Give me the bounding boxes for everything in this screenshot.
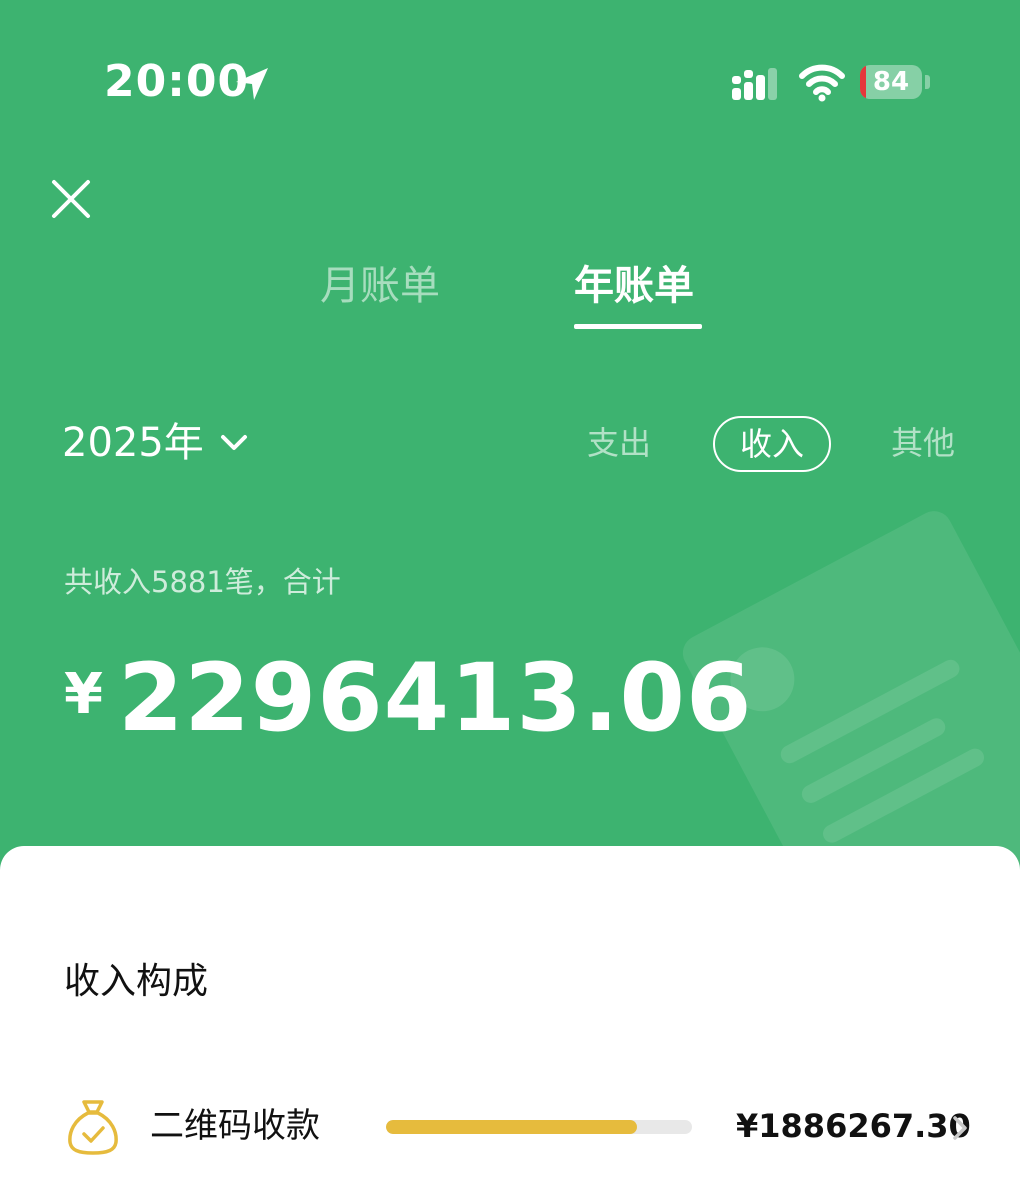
income-composition-card: 收入构成 二维码收款 ¥1886267.30 — [0, 846, 1020, 1200]
wifi-icon — [799, 64, 845, 102]
money-bag-icon — [68, 1100, 118, 1155]
currency-symbol: ¥ — [64, 662, 103, 727]
tab-monthly-bill[interactable]: 月账单 — [320, 258, 440, 314]
chevron-right-icon[interactable] — [950, 1114, 970, 1142]
filter-other[interactable]: 其他 — [891, 420, 955, 466]
total-amount: 2296413.06 — [118, 644, 753, 753]
location-arrow-icon — [236, 68, 268, 100]
list-item[interactable]: 二维码收款 ¥1886267.30 — [0, 1080, 1020, 1170]
year-selector[interactable]: 2025年 — [62, 418, 204, 468]
section-title: 收入构成 — [64, 961, 209, 1002]
summary-caption: 共收入5881笔，合计 — [64, 565, 341, 599]
tab-yearly-bill[interactable]: 年账单 — [574, 258, 694, 314]
battery-cap — [925, 75, 930, 89]
active-tab-indicator — [574, 324, 702, 329]
cellular-signal-icon — [732, 68, 777, 100]
battery-text: 84 — [872, 67, 910, 97]
close-icon[interactable] — [50, 178, 92, 220]
item-label: 二维码收款 — [150, 1106, 320, 1146]
header-section: 20:00 84 月账单 年账单 2025年 支出 收入 其他 共收入5881笔… — [0, 0, 1020, 880]
chevron-down-icon[interactable] — [218, 430, 250, 456]
filter-income[interactable]: 收入 — [713, 416, 831, 472]
item-amount: ¥1886267.30 — [736, 1107, 971, 1145]
receipt-illustration — [682, 511, 1020, 880]
battery-icon: 84 — [860, 65, 922, 99]
share-bar-track — [386, 1120, 692, 1134]
share-bar-fill — [386, 1120, 637, 1134]
filter-expense[interactable]: 支出 — [587, 420, 651, 466]
status-time: 20:00 — [104, 56, 250, 107]
